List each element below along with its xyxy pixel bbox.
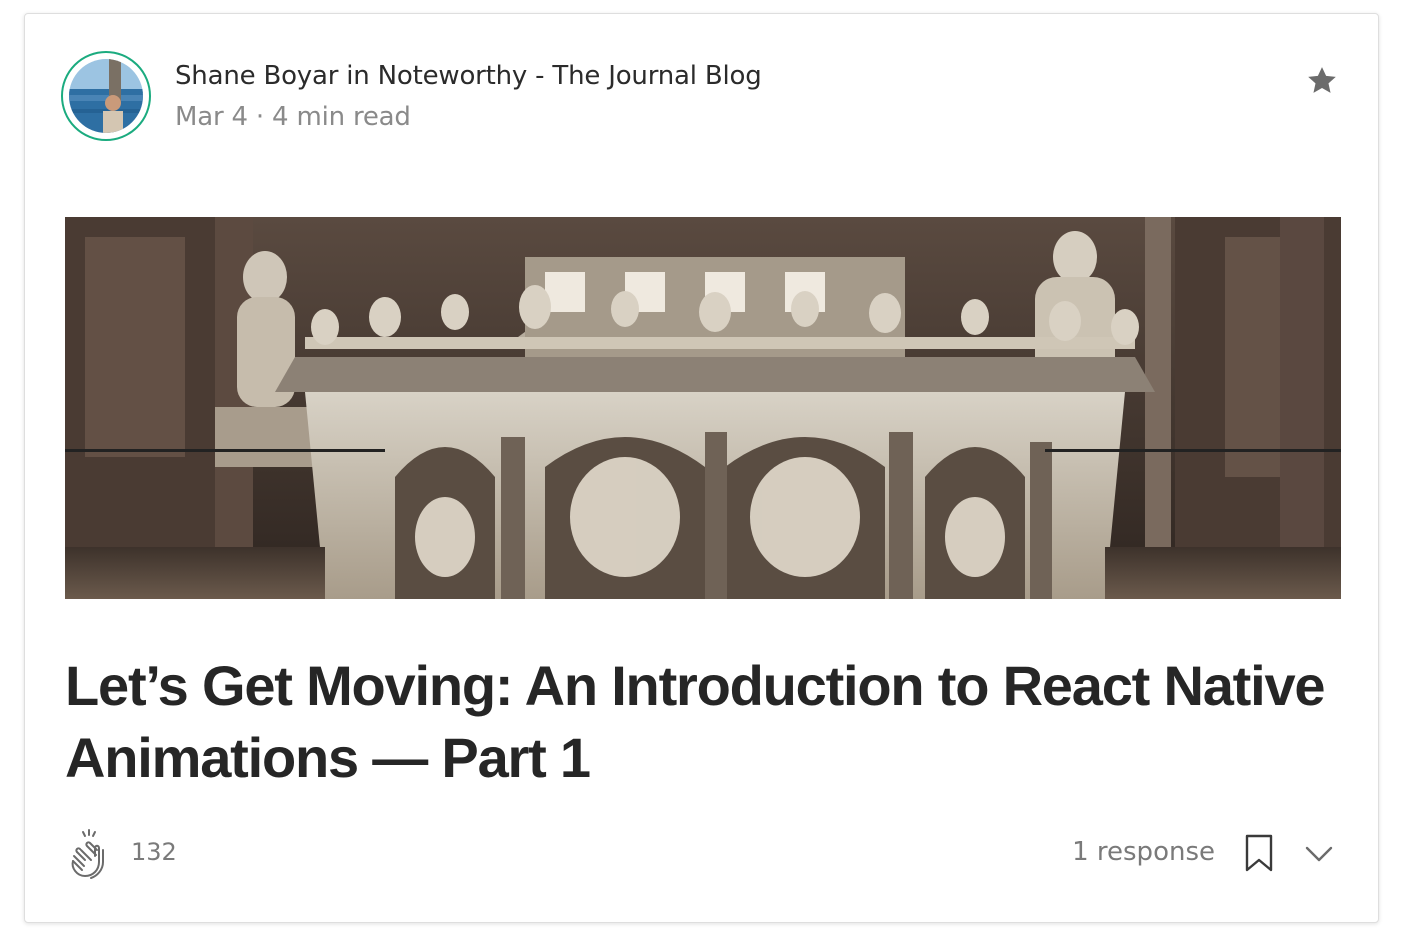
bookmark-icon[interactable] bbox=[1241, 832, 1277, 874]
avatar[interactable] bbox=[61, 51, 151, 141]
post-title[interactable]: Let’s Get Moving: An Introduction to Rea… bbox=[65, 650, 1326, 794]
responses-link[interactable]: 1 response bbox=[1072, 837, 1215, 867]
star-icon[interactable] bbox=[1303, 62, 1341, 100]
hero-image[interactable] bbox=[65, 217, 1341, 599]
post-card[interactable]: Shane Boyar in Noteworthy - The Journal … bbox=[24, 13, 1379, 923]
clap-count: 132 bbox=[131, 838, 177, 866]
avatar-image bbox=[69, 59, 143, 133]
post-meta: Mar 4 · 4 min read bbox=[175, 102, 411, 132]
chevron-down-icon[interactable] bbox=[1301, 836, 1337, 872]
clap-icon[interactable] bbox=[63, 826, 117, 880]
author-line[interactable]: Shane Boyar in Noteworthy - The Journal … bbox=[175, 61, 762, 91]
